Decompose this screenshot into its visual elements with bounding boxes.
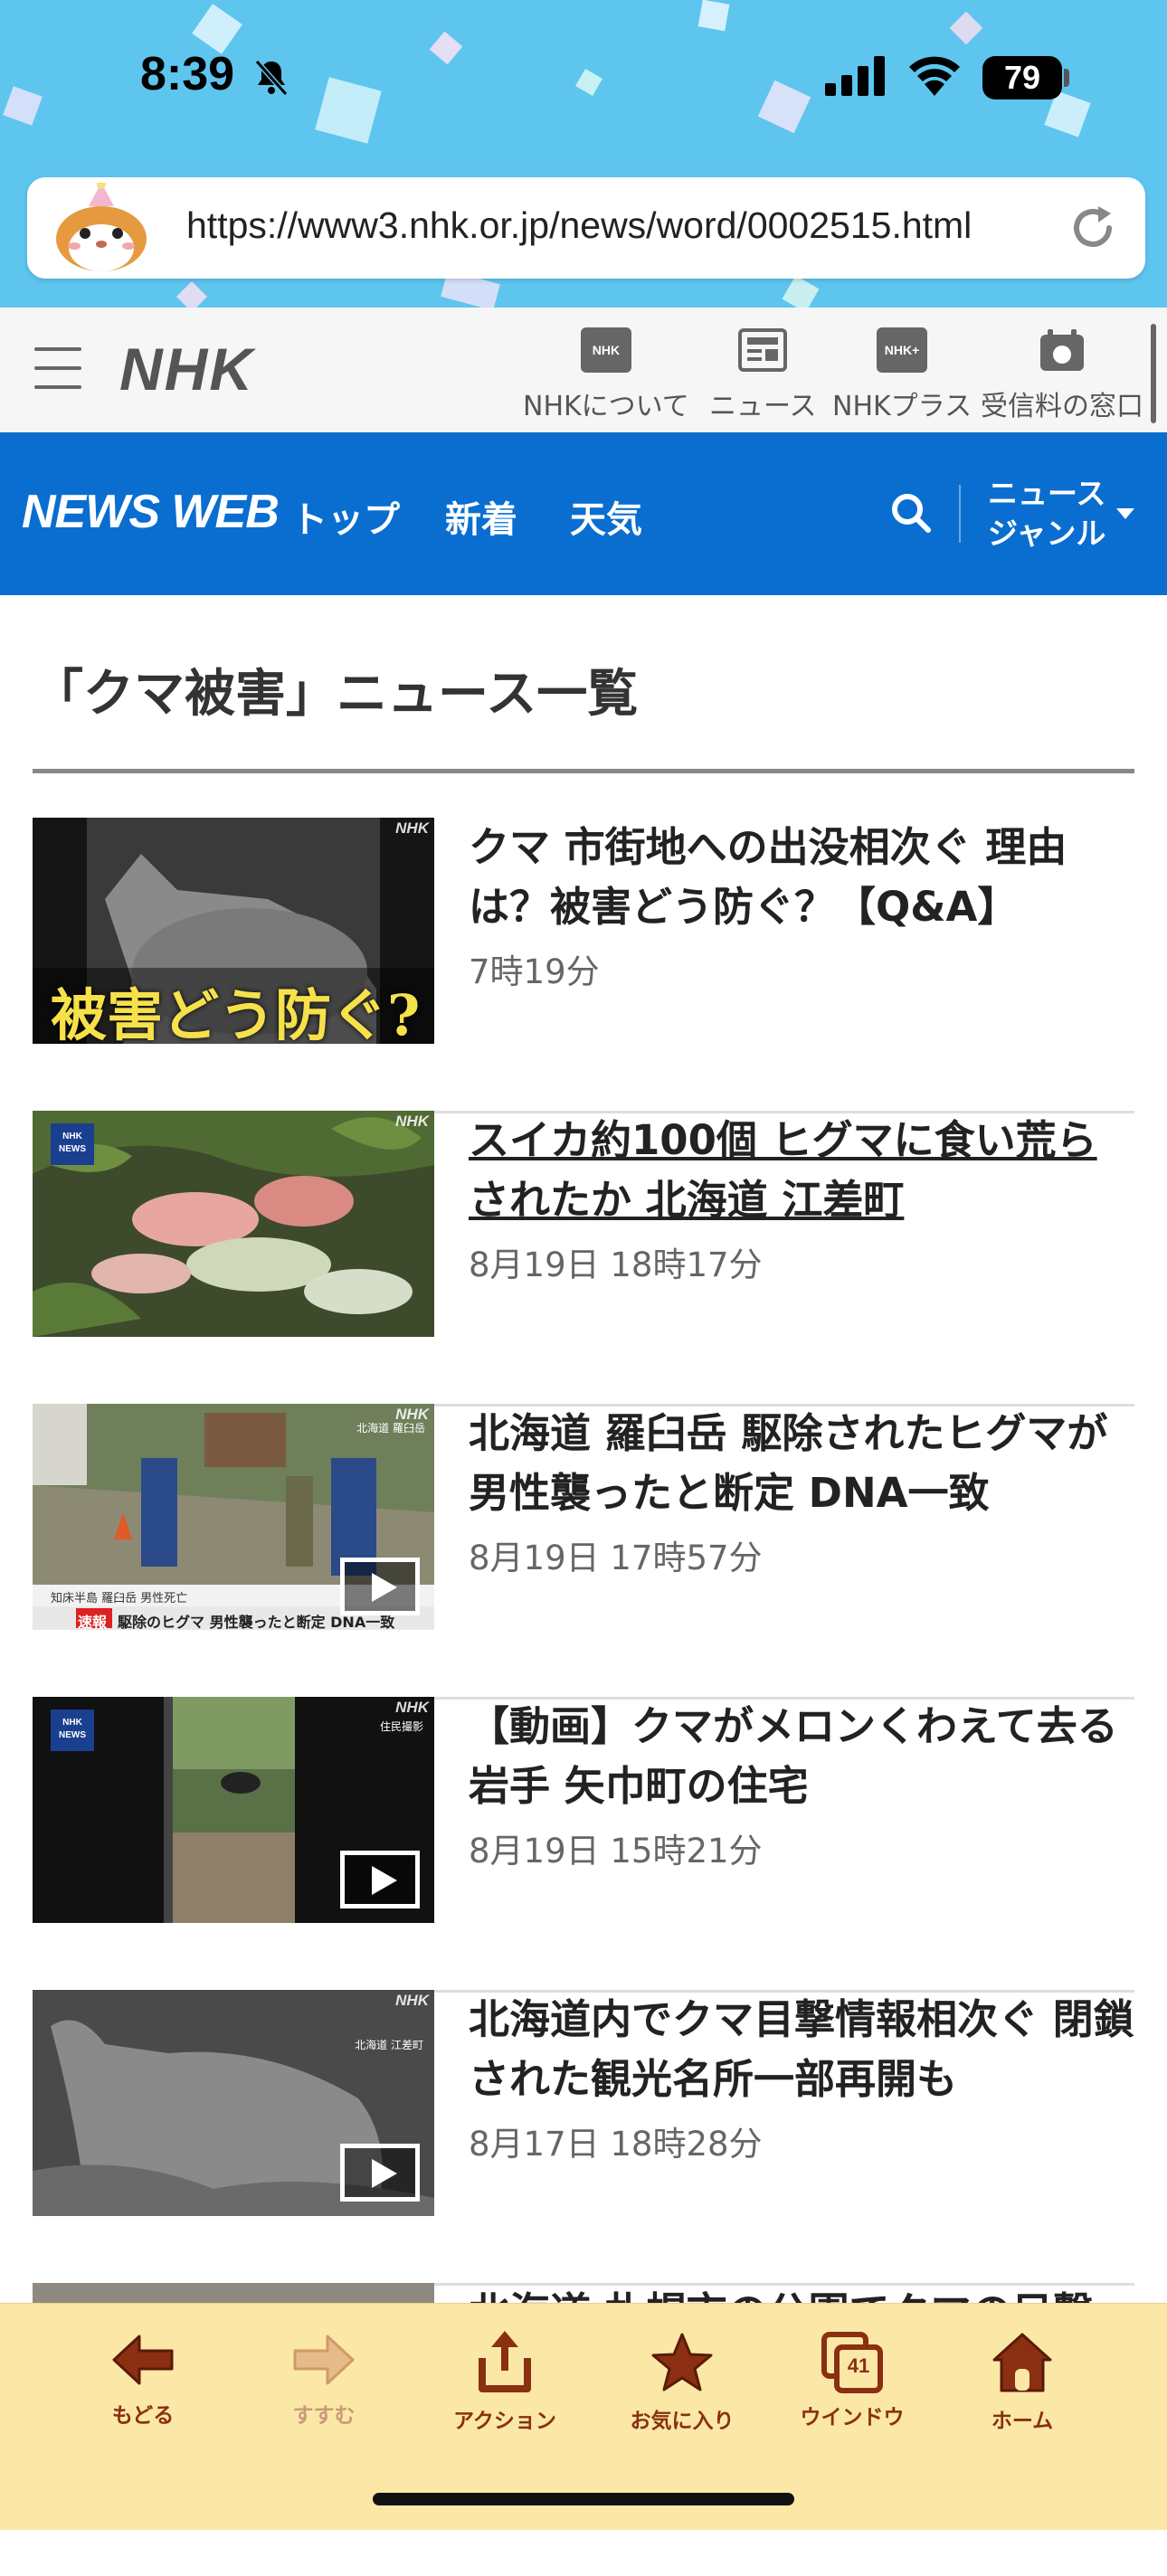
action-label: アクション (453, 2410, 556, 2433)
home-label: ホーム (991, 2410, 1054, 2433)
article-title[interactable]: スイカ約100個 ヒグマに食い荒らされたか 北海道 江差町 (469, 1111, 1134, 1230)
confetti-decoration (782, 275, 820, 308)
thumbnail-source-label: 住民撮影 (379, 1720, 423, 1733)
status-time: 8:39 (140, 48, 235, 100)
article-time: 8月17日 18時28分 (469, 2125, 763, 2164)
article-item[interactable]: NHK 被害どう防ぐ? クマ 市街地への出没相次ぐ 理由は？被害どう防ぐ？【Q&… (33, 818, 1134, 1113)
breaking-news-label: 速報 (78, 1614, 108, 1630)
article-time: 7時19分 (469, 952, 600, 991)
title-divider (33, 769, 1134, 773)
cellular-signal-icon (825, 56, 885, 96)
favorites-button[interactable]: お気に入り (610, 2331, 754, 2434)
windows-count: 41 (847, 2354, 870, 2377)
back-label: もどる (111, 2404, 175, 2428)
nhk-icon: NHK (580, 327, 631, 373)
nhk-logo[interactable]: NHK (119, 335, 254, 403)
page-title: 「クマ被害」ニュース一覧 (33, 665, 639, 724)
battery-tip (1064, 69, 1069, 87)
forward-label: すすむ (292, 2404, 356, 2428)
reload-icon[interactable] (1067, 203, 1118, 253)
article-thumbnail[interactable]: NHK NEWS NHK 住民撮影 (33, 1697, 434, 1923)
article-thumbnail[interactable]: NHK 北海道 羅臼岳 知床半島 羅臼岳 男性死亡 速報 駆除のヒグマ 男性襲っ… (33, 1404, 434, 1630)
news-genre-line1: ニュース (988, 476, 1106, 511)
article-title[interactable]: 北海道 羅臼岳 駆除されたヒグマが男性襲ったと断定 DNA一致 (469, 1404, 1134, 1523)
play-video-icon[interactable] (340, 1558, 420, 1615)
windows-label: ウインドウ (800, 2406, 905, 2429)
star-icon (651, 2333, 713, 2391)
bell-slash-icon (254, 60, 289, 96)
news-genre-menu[interactable]: ニュース ジャンル (988, 474, 1105, 554)
arrow-left-icon (112, 2334, 174, 2385)
nav-nhk-plus[interactable]: NHK+ NHKプラス (832, 327, 972, 423)
url-bar[interactable]: https://www3.nhk.or.jp/news/word/0002515… (27, 177, 1145, 279)
article-thumbnail[interactable]: NHK 被害どう防ぐ? (33, 818, 434, 1044)
forward-button[interactable]: すすむ (251, 2331, 396, 2429)
article-thumbnail[interactable]: NHK NEWS NHK (33, 1111, 434, 1337)
article-time: 8月19日 17時57分 (469, 1539, 763, 1577)
hamburger-menu-icon[interactable] (34, 347, 81, 389)
nhk-watermark: NHK (395, 1699, 429, 1716)
nhk-news-badge: NHK NEWS (51, 1123, 94, 1165)
article-item[interactable]: NHK NEWS NHK スイカ約100個 ヒグマに食い荒らされたか 北海道 江差… (33, 1111, 1134, 1406)
share-icon (479, 2331, 531, 2392)
article-item[interactable]: NHK 北海道 羅臼岳 知床半島 羅臼岳 男性死亡 速報 駆除のヒグマ 男性襲っ… (33, 1404, 1134, 1700)
article-title[interactable]: 北海道内でクマ目撃情報相次ぐ 閉鎖された観光名所一部再開も (469, 1990, 1134, 2109)
article-item[interactable]: NHK NEWS NHK 住民撮影 【動画】クマがメロンくわえて去る 岩手 矢巾町… (33, 1697, 1134, 1993)
article-item[interactable]: NHK 北海道 江差町 北海道内でクマ目撃情報相次ぐ 閉鎖された観光名所一部再開… (33, 1990, 1134, 2286)
article-thumbnail[interactable]: NHK 北海道 江差町 (33, 1990, 434, 2216)
wifi-icon (909, 56, 960, 96)
nav-top[interactable]: トップ (291, 490, 400, 543)
thumbnail-location-label: 北海道 羅臼岳 (356, 1422, 425, 1435)
news-genre-line2: ジャンル (988, 516, 1106, 551)
nav-about-nhk[interactable]: NHK NHKについて (523, 327, 689, 423)
nav-nhk-plus-label: NHKプラス (832, 391, 972, 422)
url-text[interactable]: https://www3.nhk.or.jp/news/word/0002515… (186, 204, 972, 247)
nav-news[interactable]: ニュース (709, 327, 817, 423)
arrow-right-icon (293, 2334, 355, 2385)
mascot-guinea-pig-icon (56, 183, 147, 271)
windows-button[interactable]: 41 ウインドウ (780, 2331, 925, 2430)
play-video-icon[interactable] (340, 1851, 420, 1908)
nhk-header: NHK NHK NHKについて ニュース NHK+ NHKプラス 受信料の窓口 (0, 308, 1167, 433)
favorites-label: お気に入り (630, 2410, 735, 2433)
battery-icon: 79 (982, 56, 1062, 99)
nhk-watermark: NHK (395, 819, 429, 837)
article-title[interactable]: 【動画】クマがメロンくわえて去る 岩手 矢巾町の住宅 (469, 1697, 1134, 1816)
nav-weather[interactable]: 天気 (570, 490, 642, 543)
nhk-watermark: NHK (395, 1992, 429, 2009)
nhk-news-badge: NHK NEWS (51, 1709, 94, 1751)
reception-fee-icon (1037, 327, 1087, 373)
nav-reception-fee[interactable]: 受信料の窓口 (981, 327, 1143, 423)
confetti-decoration (176, 281, 207, 308)
nhk-watermark: NHK (395, 1113, 429, 1130)
nav-latest[interactable]: 新着 (445, 490, 517, 543)
home-indicator[interactable] (373, 2493, 794, 2505)
home-icon (992, 2333, 1052, 2392)
newsweb-logo[interactable]: NEWS WEB (22, 485, 280, 539)
nav-news-label: ニュース (709, 391, 817, 422)
nhk-plus-icon: NHK+ (877, 327, 928, 373)
action-button[interactable]: アクション (432, 2331, 577, 2434)
nav-reception-fee-label: 受信料の窓口 (981, 391, 1143, 422)
thumbnail-location-label: 北海道 江差町 (355, 2039, 423, 2051)
caret-down-icon[interactable] (1115, 507, 1136, 521)
browser-chrome: 8:39 79 https://www3.nhk.or.jp/news/word… (0, 0, 1167, 308)
scrollbar[interactable] (1151, 324, 1156, 423)
nav-about-nhk-label: NHKについて (523, 391, 689, 422)
windows-icon: 41 (821, 2331, 884, 2394)
home-button[interactable]: ホーム (950, 2331, 1095, 2434)
article-time: 8月19日 15時21分 (469, 1832, 763, 1870)
article-time: 8月19日 18時17分 (469, 1245, 763, 1284)
play-video-icon[interactable] (340, 2144, 420, 2202)
search-icon[interactable] (890, 492, 932, 534)
back-button[interactable]: もどる (71, 2331, 215, 2429)
nav-divider (959, 485, 961, 543)
thumbnail-caption: 被害どう防ぐ? (51, 982, 421, 1044)
newsweb-nav: NEWS WEB トップ 新着 天気 ニュース ジャンル (0, 432, 1167, 595)
status-bar: 8:39 79 (0, 0, 1167, 154)
thumbnail-location-banner: 知床半島 羅臼岳 男性死亡 (51, 1592, 188, 1605)
article-title[interactable]: クマ 市街地への出没相次ぐ 理由は？被害どう防ぐ？【Q&A】 (469, 818, 1134, 937)
newspaper-icon (737, 327, 788, 373)
